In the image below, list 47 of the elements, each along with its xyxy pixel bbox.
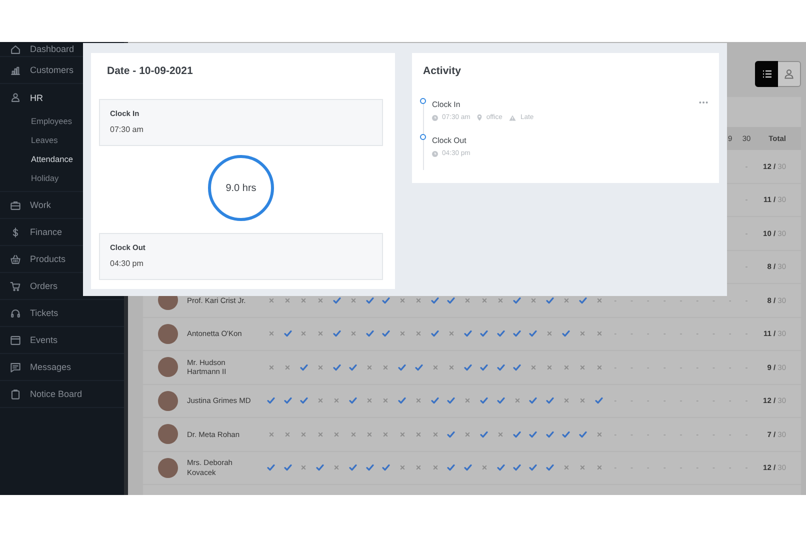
sidebar-subitem[interactable]: Holiday [31,172,59,182]
dollar-icon [10,226,21,238]
time-value: 07:30 am [110,125,144,134]
clock-icon [432,114,438,120]
cart-icon [10,280,21,292]
avatar [158,424,178,444]
sidebar-item[interactable]: Tickets [30,308,58,318]
view-toggle-button[interactable] [755,61,778,87]
home-icon [10,44,21,54]
sidebar-item[interactable]: Orders [30,281,58,291]
avatar [158,390,178,411]
headset-icon [10,308,21,318]
sidebar-subitem[interactable]: Employees [31,116,72,126]
user-icon [784,69,794,79]
sidebar-item[interactable]: HR [30,92,43,102]
more-icon[interactable] [699,101,708,104]
calendar-icon [10,334,21,346]
user-icon [10,92,21,103]
card-title: Activity [422,65,462,78]
sidebar-item[interactable]: Notice Board [30,389,82,399]
avatar [158,324,178,344]
duration-ring: 9.0 hrs [208,155,274,221]
warning-icon [509,114,516,120]
sidebar-item[interactable]: Work [30,200,51,210]
timeline-dot [420,134,426,140]
clipboard-icon [10,388,21,400]
timeline-dot [420,98,426,104]
chart-icon [10,64,21,76]
list-icon [762,69,772,79]
basket-icon [10,254,21,264]
time-value: 04:30 pm [110,259,144,268]
avatar [158,357,178,378]
chat-icon [10,362,21,372]
view-toggle-button[interactable] [778,61,801,87]
clock-icon [432,150,438,156]
location-pin-icon [477,114,482,121]
sidebar-item[interactable]: Messages [30,362,72,372]
sidebar-item[interactable]: Finance [30,227,62,237]
sidebar-subitem[interactable]: Leaves [31,134,58,144]
sidebar-item[interactable]: Dashboard [30,44,74,54]
sidebar-item[interactable]: Products [30,254,66,264]
avatar [158,458,178,478]
sidebar-subitem[interactable]: Attendance [31,154,73,164]
sidebar-item[interactable]: Customers [30,65,74,75]
sidebar-item[interactable]: Events [30,335,58,345]
card-title: Date - 10-09-2021 [106,65,194,78]
briefcase-icon [10,200,21,210]
